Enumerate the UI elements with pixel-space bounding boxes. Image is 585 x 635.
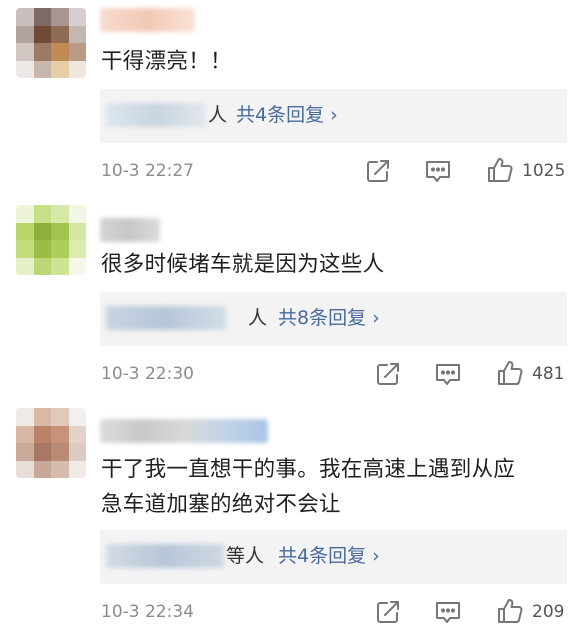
view-replies-link[interactable]: 共4条回复 › [278, 543, 380, 569]
avatar[interactable] [16, 408, 86, 478]
reply-preview[interactable]: 等人 共4条回复 › [100, 530, 567, 584]
reply-suffix: 等人 [226, 545, 265, 567]
repost-icon[interactable] [373, 597, 403, 627]
comment-line: 干了我一直想干的事。我在高速上遇到从应 [101, 457, 516, 482]
like-count: 209 [532, 602, 565, 622]
timestamp: 10-3 22:34 [101, 602, 194, 622]
reply-users-redacted [106, 544, 224, 568]
thumbs-up-icon[interactable] [495, 596, 525, 626]
comment-icon[interactable] [433, 597, 463, 627]
username-redacted[interactable] [100, 419, 268, 443]
comment-line: 急车道加塞的绝对不会让 [101, 492, 341, 517]
comment-text: 干了我一直想干的事。我在高速上遇到从应 急车道加塞的绝对不会让 [101, 452, 515, 522]
comment-item: 干了我一直想干的事。我在高速上遇到从应 急车道加塞的绝对不会让 等人 共4条回复… [0, 0, 585, 635]
